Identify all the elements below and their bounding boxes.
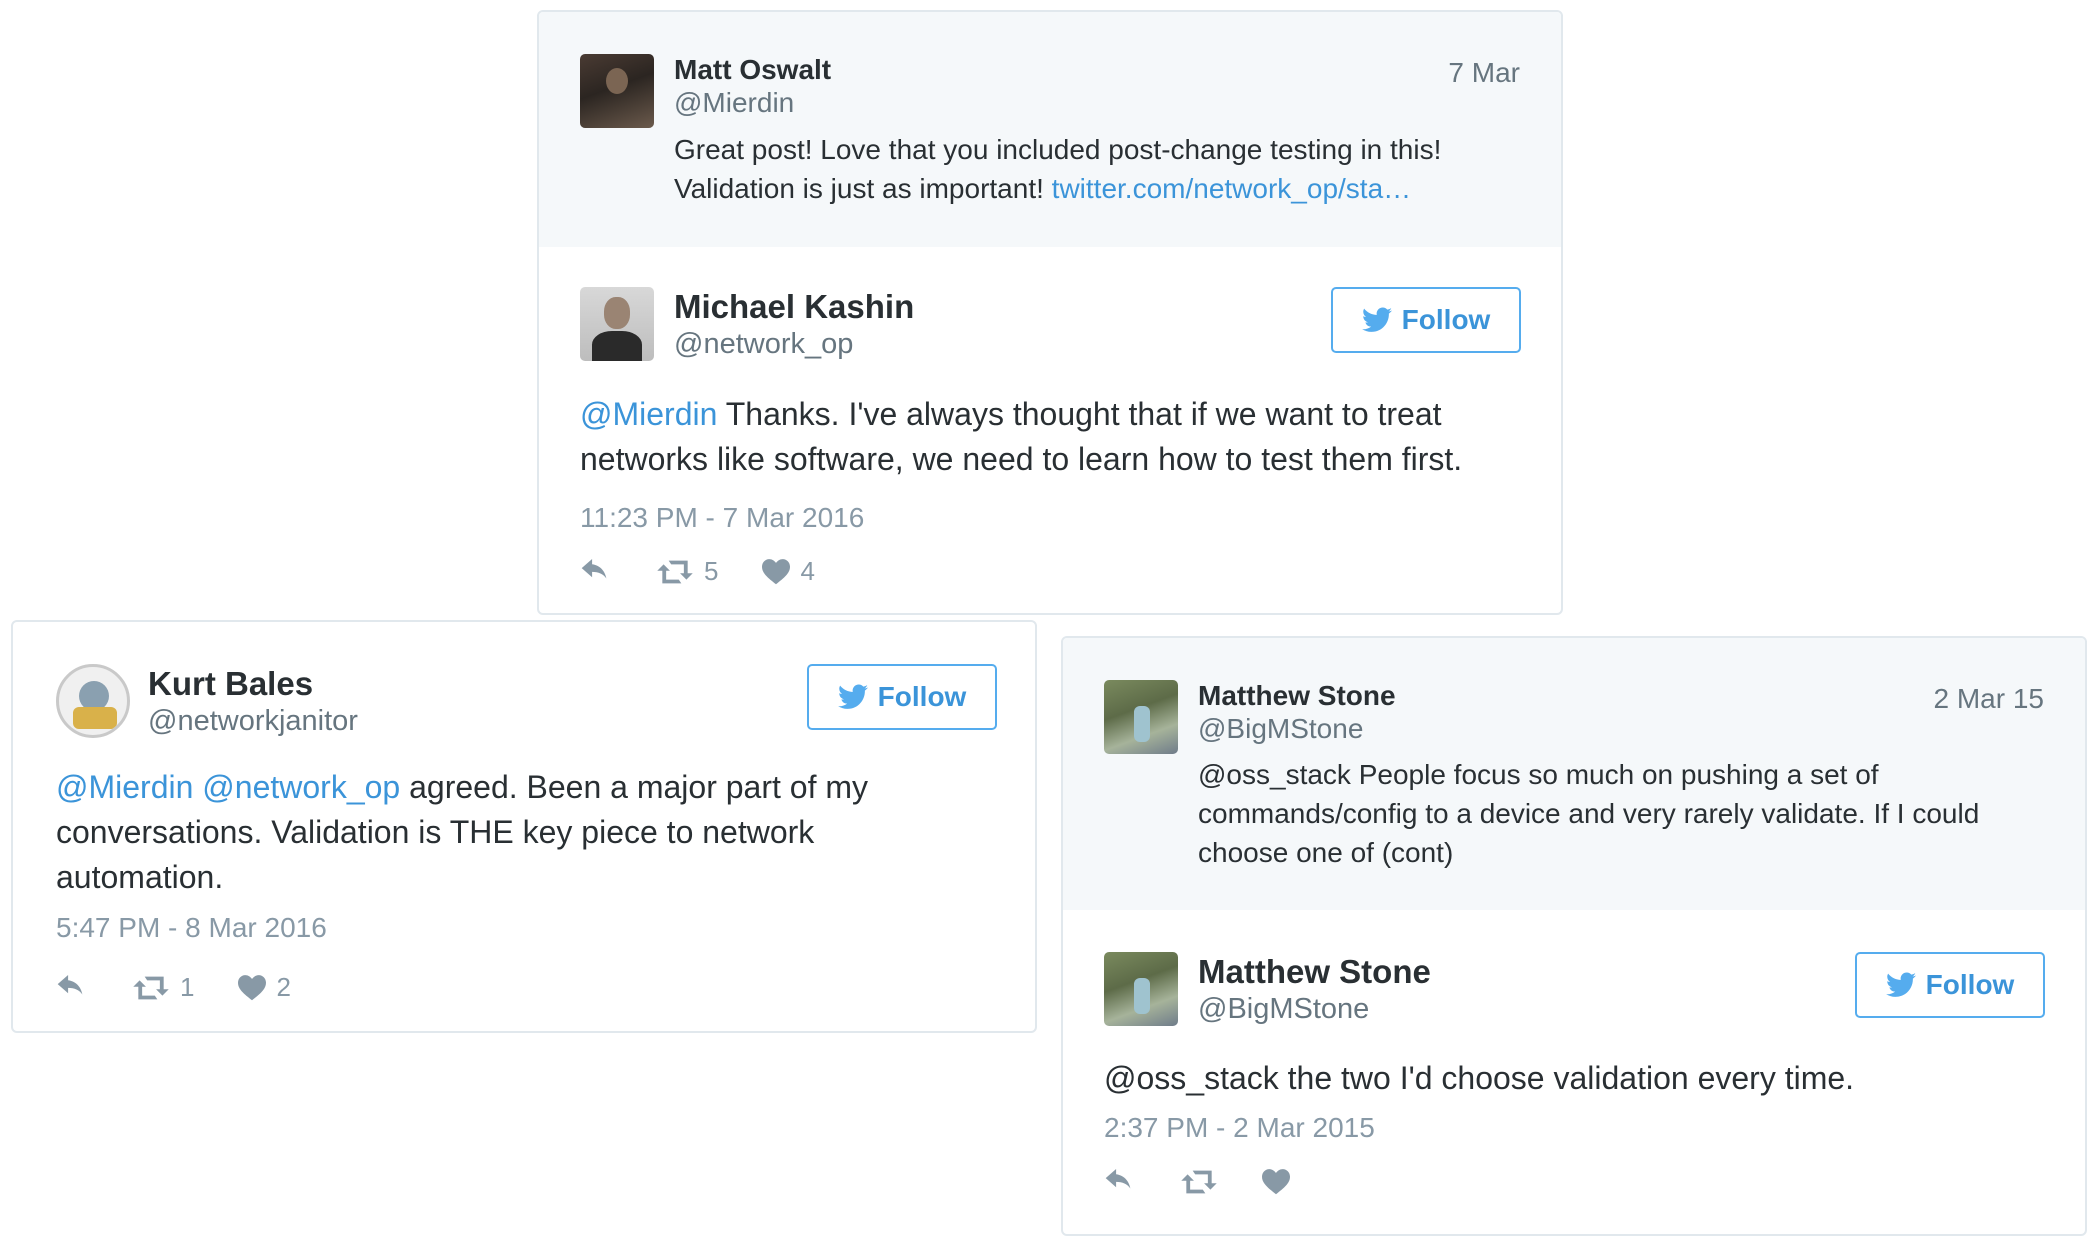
reply-button[interactable] [1104,1169,1136,1195]
tweet-text: @oss_stack the two I'd choose validation… [1104,1060,1855,1096]
tweet-text: Great post! Love that you included post-… [674,130,1534,208]
author-handle[interactable]: @BigMStone [1198,993,1369,1026]
like-button[interactable] [1262,1169,1290,1195]
like-button[interactable]: 4 [762,556,815,587]
avatar[interactable] [1104,952,1178,1026]
tweet-text-line2: Validation is just as important! twitter… [674,169,1534,208]
follow-button-label: Follow [877,681,967,712]
retweet-button[interactable]: 5 [656,556,718,587]
follow-button[interactable]: Follow [1855,952,2045,1018]
avatar[interactable] [1104,680,1178,754]
tweet-date[interactable]: 2 Mar 15 [1934,683,2045,715]
twitter-bird-icon [1885,972,1916,997]
tweet-card-stone: Matthew Stone @BigMStone 2 Mar 15 @oss_s… [1061,636,2087,1236]
mention-link[interactable]: @Mierdin [56,769,193,805]
author-handle[interactable]: @BigMStone [1198,713,1363,745]
reply-icon [1105,1169,1131,1189]
tweet-actions: 5 4 [580,556,859,587]
follow-button-label: Follow [1401,304,1491,335]
tweet-text: @Mierdin @network_op agreed. Been a majo… [56,765,936,900]
follow-button-label: Follow [1925,969,2015,1000]
author-handle[interactable]: @networkjanitor [148,705,358,738]
reply-button[interactable] [56,974,88,1001]
tweet-date[interactable]: 7 Mar [1448,57,1520,89]
mention-link[interactable]: @network_op [202,769,400,805]
like-count: 2 [276,972,291,1002]
tweet-card-kashin: Matt Oswalt @Mierdin 7 Mar Great post! L… [537,10,1563,615]
retweet-count: 5 [704,556,719,586]
heart-icon [238,974,267,1000]
retweet-icon [657,560,693,583]
author-handle[interactable]: @Mierdin [674,87,794,119]
heart-icon [762,558,791,584]
author-name[interactable]: Matthew Stone [1198,680,1396,712]
like-button[interactable]: 2 [238,972,291,1003]
follow-button[interactable]: Follow [807,664,997,730]
retweet-button[interactable]: 1 [132,972,194,1003]
avatar[interactable] [580,287,654,361]
avatar[interactable] [56,664,130,738]
retweet-icon [1181,1170,1217,1194]
tweet-text: @Mierdin Thanks. I've always thought tha… [580,392,1540,482]
tweet-card-bales: Kurt Bales @networkjanitor Follow @Mierd… [11,620,1037,1033]
retweet-icon [133,976,169,999]
reply-button[interactable] [580,558,612,585]
tweet-timestamp[interactable]: 2:37 PM - 2 Mar 2015 [1104,1112,1375,1144]
tweet-actions [1104,1169,1334,1195]
parent-tweet-stone[interactable]: Matthew Stone @BigMStone 2 Mar 15 @oss_s… [1063,638,2085,910]
tweet-timestamp[interactable]: 5:47 PM - 8 Mar 2016 [56,912,327,944]
author-name[interactable]: Matthew Stone [1198,953,1431,991]
tweet-timestamp[interactable]: 11:23 PM - 7 Mar 2016 [580,502,864,534]
like-count: 4 [800,556,815,586]
tweet-link[interactable]: twitter.com/network_op/sta… [1052,173,1411,204]
author-handle[interactable]: @network_op [674,328,853,361]
reply-icon [57,974,83,994]
author-name[interactable]: Kurt Bales [148,665,313,703]
mention-link[interactable]: @Mierdin [580,396,717,432]
heart-icon [1262,1169,1290,1195]
tweet-text-part: Validation is just as important! [674,173,1044,204]
retweet-count: 1 [180,972,195,1002]
tweet-text-line1: Great post! Love that you included post-… [674,134,1442,165]
author-name[interactable]: Michael Kashin [674,288,914,326]
author-name[interactable]: Matt Oswalt [674,54,831,86]
parent-tweet-oswalt[interactable]: Matt Oswalt @Mierdin 7 Mar Great post! L… [539,12,1561,247]
reply-icon [581,558,607,578]
twitter-bird-icon [837,684,868,709]
avatar[interactable] [580,54,654,128]
twitter-bird-icon [1361,307,1392,332]
tweet-actions: 1 2 [56,972,335,1003]
follow-button[interactable]: Follow [1331,287,1521,353]
retweet-button[interactable] [1180,1169,1218,1195]
tweet-text: @oss_stack People focus so much on pushi… [1198,759,1980,868]
